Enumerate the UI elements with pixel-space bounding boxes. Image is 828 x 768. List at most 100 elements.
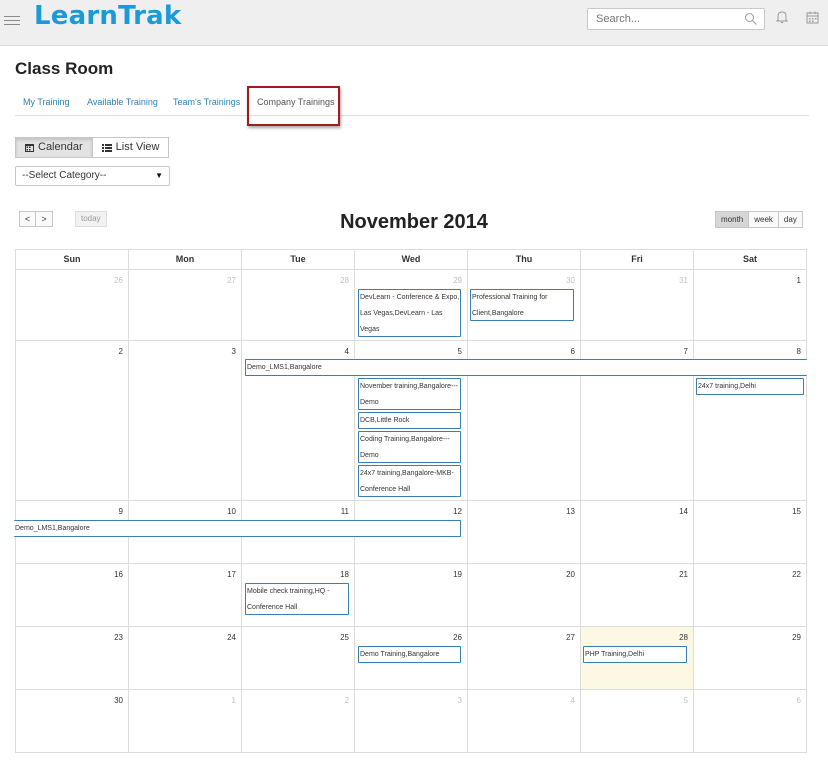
calendar-event[interactable]: Demo Training,Bangalore	[358, 646, 461, 663]
dow-header: Sat	[693, 249, 807, 270]
day-number: 14	[679, 507, 688, 516]
day-cell[interactable]: 3	[354, 690, 467, 753]
day-cell[interactable]: 31	[580, 270, 693, 341]
search-box[interactable]	[587, 8, 765, 30]
calendar-event[interactable]: Demo_LMS1,Bangalore	[245, 359, 807, 376]
day-number: 27	[227, 276, 236, 285]
day-number: 15	[792, 507, 801, 516]
day-number: 2	[118, 347, 123, 356]
day-number: 5	[683, 696, 688, 705]
top-bar: LearnTrak	[0, 0, 828, 46]
day-cell[interactable]: 23	[15, 627, 128, 690]
calendar-event[interactable]: DCB,Little Rock	[358, 412, 461, 429]
calendar-week: 23 24 25 26 27 28 29 Demo Training,Banga…	[15, 627, 807, 690]
calendar-week: 26 27 28 29 30 31 1 DevLearn - Conferenc…	[15, 270, 807, 341]
day-cell[interactable]: 20	[467, 564, 580, 627]
day-number: 30	[114, 696, 123, 705]
day-number: 11	[340, 507, 349, 516]
calendar-week: 16 17 18 19 20 21 22 Mobile check traini…	[15, 564, 807, 627]
dow-header: Fri	[580, 249, 693, 270]
day-number: 26	[453, 633, 462, 642]
day-cell[interactable]: 3	[128, 341, 241, 501]
day-cell[interactable]: 30	[15, 690, 128, 753]
day-number: 31	[679, 276, 688, 285]
day-cell[interactable]: 21	[580, 564, 693, 627]
calendar-view-switch: month week day	[715, 211, 803, 228]
day-cell[interactable]: 1	[693, 270, 807, 341]
calendar-event[interactable]: November training,Bangalore---Demo	[358, 378, 461, 410]
calendar-event[interactable]: Coding Training,Bangalore---Demo	[358, 431, 461, 463]
day-number: 4	[570, 696, 575, 705]
tab-available-training[interactable]: Available Training	[87, 97, 158, 107]
month-view-button[interactable]: month	[715, 211, 750, 228]
day-cell[interactable]: 25	[241, 627, 354, 690]
day-cell[interactable]: 26	[15, 270, 128, 341]
day-cell[interactable]: 17	[128, 564, 241, 627]
dow-header: Thu	[467, 249, 580, 270]
tab-bar: My Training Available Training Team's Tr…	[15, 86, 809, 116]
day-number: 3	[231, 347, 236, 356]
day-number: 19	[453, 570, 462, 579]
calendar-event[interactable]: Professional Training for Client,Bangalo…	[470, 289, 574, 321]
search-icon[interactable]	[744, 12, 758, 26]
dow-header: Tue	[241, 249, 354, 270]
day-number: 23	[114, 633, 123, 642]
day-number: 1	[796, 276, 801, 285]
calendar-view-label: Calendar	[38, 141, 83, 153]
week-view-button[interactable]: week	[749, 211, 779, 228]
caret-down-icon: ▼	[155, 171, 163, 180]
calendar-event[interactable]: 24x7 training,Bangalore-MKB-Conference H…	[358, 465, 461, 497]
day-cell[interactable]: 22	[693, 564, 807, 627]
day-number: 12	[453, 507, 462, 516]
day-cell[interactable]: 6	[693, 690, 807, 753]
category-select[interactable]: --Select Category-- ▼	[15, 166, 170, 186]
day-number: 8	[796, 347, 801, 356]
bell-icon[interactable]	[776, 10, 788, 24]
day-cell[interactable]: 1	[128, 690, 241, 753]
search-input[interactable]	[588, 9, 738, 29]
tab-teams-trainings[interactable]: Team's Trainings	[173, 97, 240, 107]
day-number: 26	[114, 276, 123, 285]
list-view-button[interactable]: List View	[92, 137, 170, 158]
dow-header: Sun	[15, 249, 128, 270]
day-cell[interactable]: 15	[693, 501, 807, 564]
day-cell[interactable]: 13	[467, 501, 580, 564]
calendar-event[interactable]: Mobile check training,HQ - Conference Ha…	[245, 583, 349, 615]
calendar-event[interactable]: Demo_LMS1,Bangalore	[14, 520, 461, 537]
day-number: 1	[231, 696, 236, 705]
list-view-label: List View	[115, 141, 160, 153]
day-cell[interactable]: 24	[128, 627, 241, 690]
day-cell[interactable]: 27	[128, 270, 241, 341]
list-icon	[101, 143, 112, 152]
calendar-icon[interactable]	[806, 11, 819, 24]
day-number: 18	[340, 570, 349, 579]
tab-my-training[interactable]: My Training	[23, 97, 70, 107]
day-cell[interactable]: 16	[15, 564, 128, 627]
day-cell[interactable]: 29	[693, 627, 807, 690]
day-number: 5	[457, 347, 462, 356]
day-cell[interactable]: 2	[15, 341, 128, 501]
calendar-event[interactable]: PHP Training,Delhi	[583, 646, 687, 663]
day-number: 29	[453, 276, 462, 285]
calendar-event[interactable]: 24x7 training,Delhi	[696, 378, 804, 395]
day-cell[interactable]: 14	[580, 501, 693, 564]
day-view-button[interactable]: day	[778, 211, 803, 228]
day-number: 10	[227, 507, 236, 516]
day-number: 2	[344, 696, 349, 705]
calendar-event[interactable]: DevLearn - Conference & Expo, Las Vegas,…	[358, 289, 461, 337]
day-cell[interactable]: 28	[241, 270, 354, 341]
dow-header: Wed	[354, 249, 467, 270]
calendar-view-button[interactable]: Calendar	[15, 137, 93, 158]
day-number: 24	[227, 633, 236, 642]
dow-header: Mon	[128, 249, 241, 270]
calendar-title: November 2014	[340, 211, 488, 233]
day-number: 17	[227, 570, 236, 579]
day-cell[interactable]: 27	[467, 627, 580, 690]
days-of-week-header: Sun Mon Tue Wed Thu Fri Sat	[15, 249, 807, 270]
day-cell[interactable]: 4	[467, 690, 580, 753]
day-cell[interactable]: 19	[354, 564, 467, 627]
day-cell[interactable]: 2	[241, 690, 354, 753]
day-cell[interactable]: 5	[580, 690, 693, 753]
day-number: 20	[566, 570, 575, 579]
menu-icon[interactable]	[4, 10, 22, 34]
